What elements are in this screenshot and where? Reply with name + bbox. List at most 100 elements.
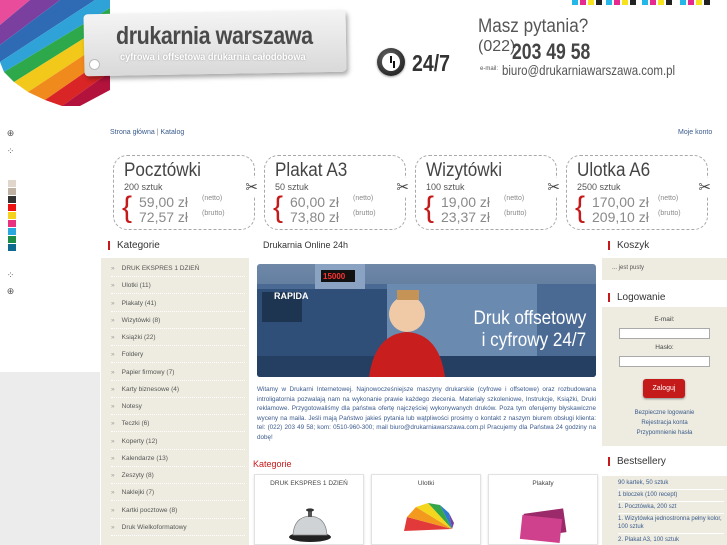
banner-tagline-2: i cyfrowy 24/7	[481, 330, 586, 351]
breadcrumb-catalog[interactable]: Katalog	[161, 129, 185, 136]
scissors-icon: ✂	[698, 178, 711, 196]
bestsellers-heading-text: Bestsellery	[617, 456, 666, 467]
category-item[interactable]: » Ulotki (11)	[111, 278, 245, 295]
product-card-flyer[interactable]: Ulotka A6 2500 sztuk { 170,00 zł (netto)…	[566, 155, 711, 230]
poster-stack-icon	[519, 508, 567, 544]
secure-login-link[interactable]: Bezpieczne logowanie	[602, 410, 727, 416]
color-swatch	[8, 228, 16, 235]
register-link[interactable]: Rejestracja konta	[602, 420, 727, 426]
category-item[interactable]: » Kalendarze (13)	[111, 451, 245, 467]
arrow-right-icon: »	[111, 351, 115, 359]
arrow-right-icon: »	[111, 403, 115, 410]
hours-badge: 24/7	[412, 50, 451, 76]
category-tile-label: Plakaty	[532, 480, 554, 487]
color-swatch	[8, 204, 16, 211]
arrow-right-icon: »	[111, 489, 115, 497]
arrow-right-icon: »	[111, 437, 115, 445]
category-item[interactable]: » Koperty (12)	[111, 434, 245, 450]
category-item[interactable]: » Papier firmowy (7)	[111, 365, 245, 381]
category-tile-posters[interactable]: Plakaty	[488, 474, 598, 545]
category-item-label: Naklejki (7)	[121, 489, 155, 497]
gross-price: 72,57 zł	[139, 209, 189, 225]
product-card-poster[interactable]: Plakat A3 50 sztuk { 60,00 zł (netto) 73…	[264, 155, 409, 230]
login-password-label: Hasło:	[655, 344, 674, 351]
brace-icon: {	[575, 191, 586, 224]
color-swatch-fan-icon	[404, 503, 454, 531]
logo-title[interactable]: drukarnia warszawa	[116, 22, 313, 51]
intro-text: Witamy w Drukarni Internetowej. Najnowoc…	[257, 386, 596, 441]
dots-icon: ⁘	[6, 270, 15, 280]
heading-marker	[608, 292, 610, 302]
category-item-label: Kalendarze (13)	[121, 454, 168, 462]
category-item[interactable]: » Teczki (6)	[111, 416, 245, 433]
login-button[interactable]: Zaloguj	[643, 379, 685, 398]
category-item[interactable]: » Notesy	[111, 399, 245, 415]
login-email-input[interactable]	[619, 328, 710, 339]
cmyk-mark	[596, 0, 602, 5]
color-swatch	[8, 212, 16, 219]
phone-prefix: (022)	[478, 38, 516, 55]
arrow-right-icon: »	[111, 265, 115, 272]
brace-icon: {	[424, 191, 435, 224]
net-label: (netto)	[202, 195, 223, 202]
category-item-label: Foldery	[121, 351, 144, 359]
category-item-label: Ulotki (11)	[121, 282, 151, 290]
category-item[interactable]: » Książki (22)	[111, 330, 245, 346]
registration-mark-icon: ⊕	[6, 286, 15, 296]
category-tile-flyers[interactable]: Ulotki	[371, 474, 481, 545]
category-item[interactable]: » Druk Wielkoformatowy	[111, 520, 245, 536]
breadcrumb-home[interactable]: Strona główna	[110, 129, 155, 136]
color-swatch	[8, 244, 16, 251]
arrow-right-icon: »	[111, 282, 115, 290]
category-item[interactable]: » Wizytówki (8)	[111, 313, 245, 329]
bestseller-item[interactable]: 2. Plakat A3, 100 sztuk	[618, 535, 724, 545]
breadcrumb-separator: |	[156, 129, 159, 136]
cmyk-mark	[622, 0, 628, 5]
category-item[interactable]: » DRUK EKSPRES 1 DZIEŃ	[111, 261, 245, 277]
color-swatch	[8, 196, 16, 203]
category-item[interactable]: » Naklejki (7)	[111, 485, 245, 502]
category-item-label: Książki (22)	[121, 334, 156, 341]
cmyk-mark	[680, 0, 686, 5]
login-password-input[interactable]	[619, 356, 710, 367]
category-item[interactable]: » Plakaty (41)	[111, 296, 245, 312]
brace-icon: {	[273, 191, 284, 224]
bestseller-item[interactable]: 1. Pocztówka, 200 szt	[618, 502, 724, 514]
arrow-right-icon: »	[111, 420, 115, 428]
bestseller-item[interactable]: 1. Wizytówka jednostronna pełny kolor, 1…	[618, 514, 724, 534]
category-tile-label: Ulotki	[417, 480, 435, 487]
arrow-right-icon: »	[111, 334, 115, 341]
scissors-icon: ✂	[396, 178, 409, 196]
gross-label: (brutto)	[504, 210, 527, 217]
side-color-strip: ⊕ ⁘ ⁘ ⊕	[0, 118, 18, 368]
category-tile-express[interactable]: DRUK EKSPRES 1 DZIEŃ	[254, 474, 364, 545]
scissors-icon: ✂	[547, 178, 560, 196]
category-item-label: Karty biznesowe (4)	[121, 385, 180, 393]
dots-icon: ⁘	[6, 146, 15, 156]
hero-banner[interactable]: RAPIDA 15000 Druk offsetowy i cyfrowy 24…	[257, 264, 596, 377]
bestseller-item[interactable]: 90 kartek, 50 sztuk	[618, 478, 724, 490]
banner-tagline-1: Druk offsetowy	[473, 308, 586, 329]
net-label: (netto)	[504, 195, 525, 202]
arrow-right-icon: »	[111, 316, 115, 324]
product-card-business-cards[interactable]: Wizytówki 100 sztuk { 19,00 zł (netto) 2…	[415, 155, 560, 230]
category-tile-label: DRUK EKSPRES 1 DZIEŃ	[270, 480, 348, 487]
bestseller-item[interactable]: 1 bloczek (100 recept)	[618, 490, 724, 502]
service-bell-icon	[289, 508, 331, 542]
category-item[interactable]: » Zeszyty (8)	[111, 468, 245, 484]
breadcrumb: Strona główna | Katalog	[110, 129, 184, 136]
net-price: 19,00 zł	[441, 194, 491, 210]
color-swatch	[8, 220, 16, 227]
cmyk-mark	[580, 0, 586, 5]
gross-price: 73,80 zł	[290, 209, 340, 225]
product-card-postcards[interactable]: Pocztówki 200 sztuk { 59,00 zł (netto) 7…	[113, 155, 258, 230]
my-account-link[interactable]: Moje konto	[678, 129, 712, 136]
cmyk-mark	[630, 0, 636, 5]
category-item[interactable]: » Kartki pocztowe (8)	[111, 503, 245, 519]
email-link[interactable]: biuro@drukarniawarszawa.com.pl	[502, 62, 675, 78]
banner-counter: 15000	[323, 272, 346, 281]
category-item-label: Kartki pocztowe (8)	[121, 506, 178, 514]
category-item[interactable]: » Foldery	[111, 347, 245, 364]
category-item[interactable]: » Karty biznesowe (4)	[111, 382, 245, 398]
remind-password-link[interactable]: Przypomnienie hasła	[602, 430, 727, 436]
